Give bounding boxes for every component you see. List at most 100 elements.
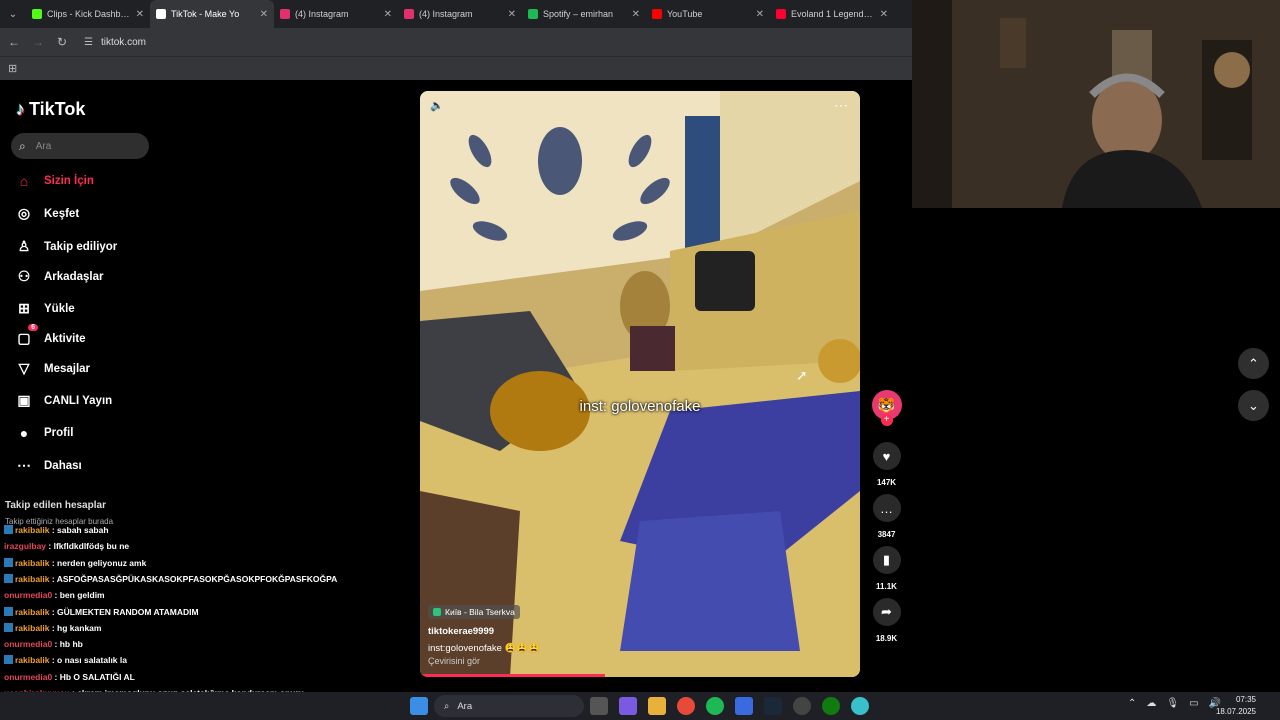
comment-action[interactable]: … 3847: [870, 494, 903, 539]
more-options-icon[interactable]: ⋯: [834, 97, 848, 114]
chat-username: rakibalik: [15, 557, 50, 568]
nav-item[interactable]: ◎ Keşfet: [16, 205, 79, 222]
monitor-icon[interactable]: ▭: [1189, 698, 1198, 709]
store-icon[interactable]: [735, 697, 753, 715]
like-action[interactable]: ♥ 147K: [870, 442, 903, 487]
nav-item-label: Aktivite: [44, 332, 86, 345]
browser-tab[interactable]: (4) Instagram ✕: [398, 0, 522, 28]
upload-icon: ⊞: [18, 300, 30, 316]
browser-tab[interactable]: YouTube ✕: [646, 0, 770, 28]
xbox-icon[interactable]: [822, 697, 840, 715]
chat-username: onurmedia0: [4, 671, 53, 682]
kick-badge-icon: [4, 606, 13, 616]
nav-item[interactable]: ⚇ Arkadaşlar: [16, 268, 104, 285]
spotify-icon[interactable]: [706, 697, 724, 715]
translate-link[interactable]: Çevirisini gör: [428, 656, 480, 666]
browser-tab[interactable]: Evoland 1 Legendary ✕: [770, 0, 894, 28]
site-info-icon[interactable]: ☰: [84, 37, 93, 48]
location-tag[interactable]: Київ - Bila Tserkva: [428, 605, 520, 619]
mute-icon[interactable]: 🔈: [430, 99, 444, 112]
chrome-icon[interactable]: [677, 697, 695, 715]
share-action[interactable]: ➦ 18.9K: [870, 598, 903, 643]
tab-favicon-icon: [32, 9, 42, 19]
tab-favicon-icon: [528, 9, 538, 19]
nav-item[interactable]: ▢ 6 Aktivite: [16, 324, 86, 347]
reload-icon[interactable]: ↻: [56, 35, 68, 49]
url-field[interactable]: ☰ tiktok.com: [84, 37, 146, 48]
windows-start-icon[interactable]: [410, 697, 428, 715]
tab-close-icon[interactable]: ✕: [260, 9, 268, 20]
obs-icon[interactable]: [793, 697, 811, 715]
nav-item[interactable]: ▣ CANLI Yayın: [16, 392, 112, 409]
nav-item-label: Sizin İçin: [44, 175, 94, 187]
share-count: 18.9K: [875, 634, 898, 643]
video-frame: [420, 91, 860, 677]
tab-close-icon[interactable]: ✕: [880, 9, 888, 20]
cloud-icon[interactable]: ☁: [1146, 698, 1156, 709]
comment-icon[interactable]: …: [872, 494, 901, 522]
chevron-up-icon[interactable]: ⌃: [1128, 698, 1136, 709]
chat-text: : o nası salatalık la: [49, 655, 127, 666]
nav-item[interactable]: ⌂ Sizin İçin: [16, 173, 94, 189]
nav-item[interactable]: ▽ Mesajlar: [16, 360, 90, 377]
chat-message: rakibalik : sabah sabah: [4, 525, 109, 535]
nav-item[interactable]: ⊞ Yükle: [16, 300, 75, 317]
heart-icon[interactable]: ♥: [872, 442, 901, 470]
nav-item[interactable]: ♙ Takip ediliyor: [16, 238, 118, 255]
next-video-button[interactable]: ⌄: [1238, 390, 1269, 421]
tab-close-icon[interactable]: ✕: [384, 9, 392, 20]
copilot-icon[interactable]: [619, 697, 637, 715]
browser-tab[interactable]: (4) Instagram ✕: [274, 0, 398, 28]
app-icon[interactable]: [851, 697, 869, 715]
nav-item[interactable]: ⋯ Dahası: [16, 457, 82, 474]
bookmarks-bar: ⊞: [0, 56, 912, 80]
chevron-down-icon: ⌄: [1248, 397, 1259, 413]
follow-plus-icon[interactable]: +: [880, 414, 893, 426]
creator-avatar-action[interactable]: 🐯 +: [870, 390, 903, 426]
browser-tab[interactable]: Clips - Kick Dashboard ✕: [26, 0, 150, 28]
tab-title: TikTok - Make Yo: [171, 9, 240, 19]
chat-message: rakibalik : ASFOĞPASASĞPÜKASKASOKPFASOKP…: [4, 573, 337, 584]
forward-icon[interactable]: →: [32, 35, 44, 49]
nav-item-label: Mesajlar: [44, 362, 91, 375]
chat-username: rakibalik: [15, 525, 50, 535]
tab-close-icon[interactable]: ✕: [508, 9, 516, 20]
share-icon[interactable]: ➦: [872, 598, 901, 626]
bookmark-icon[interactable]: ▮: [872, 546, 901, 574]
nav-item[interactable]: ● Profil: [16, 425, 74, 441]
video-description: inst:golovenofake 😩😩😩: [428, 643, 541, 654]
chat-username: rakibalik: [15, 655, 50, 666]
chevron-up-icon: ⌃: [1248, 355, 1259, 371]
mouse-cursor-icon: ➚: [796, 367, 808, 383]
video-progress-bar[interactable]: [420, 674, 605, 677]
tab-title: Clips - Kick Dashboard: [47, 9, 131, 19]
file-explorer-icon[interactable]: [648, 697, 666, 715]
save-action[interactable]: ▮ 11.1K: [870, 546, 903, 591]
microphone-icon[interactable]: 🎙: [1166, 698, 1179, 709]
chat-text: : lfkfldkdlfödş bu ne: [46, 541, 130, 552]
url-text: tiktok.com: [100, 36, 146, 48]
clock[interactable]: 07:35 18.07.2025: [1216, 694, 1256, 718]
previous-video-button[interactable]: ⌃: [1238, 348, 1269, 379]
tab-search-chevron-icon[interactable]: ⌄: [0, 9, 26, 20]
browser-tab[interactable]: Spotify – emirhan ✕: [522, 0, 646, 28]
steam-icon[interactable]: [764, 697, 782, 715]
video-author[interactable]: tiktokerae9999: [428, 626, 494, 637]
tab-close-icon[interactable]: ✕: [136, 9, 144, 20]
back-icon[interactable]: ←: [8, 35, 20, 49]
chat-username: rakibalik: [15, 622, 50, 633]
windows-taskbar: ⌕ Ara ⌃ ☁ 🎙 ▭ 🔊 07:35 18.07.2025: [0, 692, 1280, 720]
apps-grid-icon[interactable]: ⊞: [8, 62, 17, 75]
tiktok-logo[interactable]: ♪ TikTok: [16, 99, 85, 120]
tab-close-icon[interactable]: ✕: [632, 9, 640, 20]
browser-tab[interactable]: TikTok - Make Yo ✕: [150, 0, 274, 28]
tab-close-icon[interactable]: ✕: [756, 9, 764, 20]
search-input[interactable]: ⌕ Ara: [11, 133, 149, 159]
chat-username: onurmedia0: [4, 639, 53, 650]
task-view-icon[interactable]: [590, 697, 608, 715]
clock-time: 07:35: [1235, 695, 1256, 704]
video-player[interactable]: 🔈 ⋯ inst: golovenofake Київ - Bila Tserk…: [420, 91, 860, 677]
chat-text: : hb hb: [52, 639, 83, 650]
taskbar-search[interactable]: ⌕ Ara: [434, 695, 584, 717]
chat-text: : nerden geliyonuz amk: [49, 557, 147, 568]
